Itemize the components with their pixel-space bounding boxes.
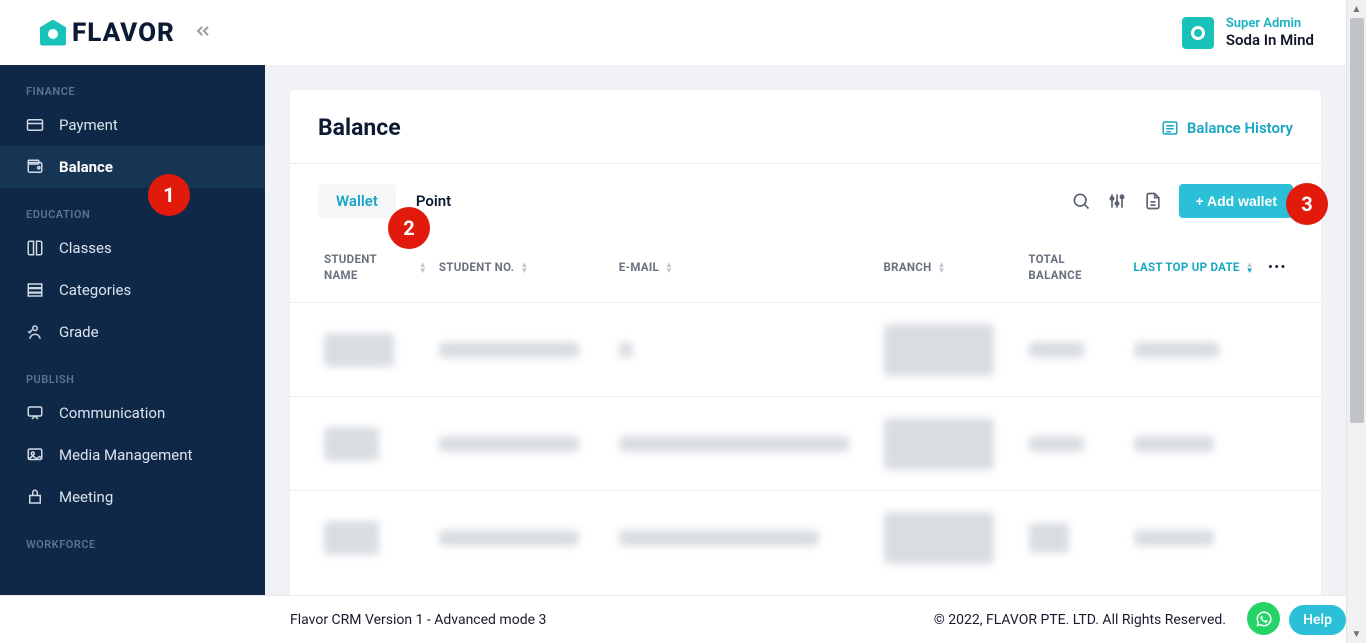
sidebar-item-media[interactable]: Media Management [0,434,265,476]
page-title: Balance [318,114,401,141]
sidebar-item-classes[interactable]: Classes [0,227,265,269]
col-branch[interactable]: BRANCH▲▼ [878,234,1023,301]
main-content: Balance Balance History Wallet Point + A… [265,65,1346,595]
scroll-thumb[interactable] [1350,18,1364,423]
col-actions[interactable]: ••• [1262,234,1293,301]
col-student-name[interactable]: STUDENT NAME▲▼ [318,234,433,301]
col-student-no[interactable]: STUDENT NO.▲▼ [433,234,613,301]
scroll-down-icon[interactable]: ▼ [1347,625,1366,643]
grade-icon [26,323,44,341]
sidebar-item-label: Grade [59,323,99,341]
history-icon [1161,119,1179,137]
sidebar-item-label: Payment [59,116,118,134]
sidebar-item-label: Communication [59,404,165,422]
table-header: STUDENT NAME▲▼ STUDENT NO.▲▼ E-MAIL▲▼ BR… [290,234,1321,302]
table-row[interactable] [290,490,1321,584]
col-last-topup[interactable]: LAST TOP UP DATE▲▼ [1127,234,1262,301]
sidebar-item-label: Balance [59,158,113,176]
sidebar-section-finance: FINANCE [0,65,265,104]
sidebar-item-meeting[interactable]: Meeting [0,476,265,518]
footer-version: Flavor CRM Version 1 - Advanced mode 3 [290,612,546,628]
table-row[interactable] [290,396,1321,490]
sidebar-item-balance[interactable]: Balance [0,146,265,188]
media-icon [26,446,44,464]
history-link-label: Balance History [1187,119,1293,137]
balance-table: STUDENT NAME▲▼ STUDENT NO.▲▼ E-MAIL▲▼ BR… [290,234,1321,584]
scroll-up-icon[interactable]: ▲ [1347,0,1366,18]
sidebar-section-publish: PUBLISH [0,353,265,392]
book-icon [26,239,44,257]
sidebar-item-communication[interactable]: Communication [0,392,265,434]
tabs: Wallet Point [318,184,469,218]
logo-text: FLAVOR [72,18,175,48]
sidebar-item-label: Classes [59,239,112,257]
sidebar-section-workforce: WORKFORCE [0,518,265,557]
page-scrollbar[interactable]: ▲ ▼ [1346,0,1366,643]
sidebar-collapse-icon[interactable] [193,21,213,45]
footer-copyright: © 2022, FLAVOR PTE. LTD. All Rights Rese… [934,612,1226,628]
table-row[interactable] [290,302,1321,396]
sidebar-section-education: EDUCATION [0,188,265,227]
col-total-balance: TOTAL BALANCE [1022,234,1127,301]
logo[interactable]: FLAVOR [40,18,175,48]
more-icon: ••• [1268,260,1287,276]
stack-icon [26,281,44,299]
filter-icon[interactable] [1107,191,1127,211]
logo-icon [40,20,66,46]
help-button[interactable]: Help [1289,605,1346,635]
user-name: Soda In Mind [1226,31,1314,49]
chat-icon [26,404,44,422]
tab-wallet[interactable]: Wallet [318,184,396,218]
sidebar-item-categories[interactable]: Categories [0,269,265,311]
add-wallet-button[interactable]: + Add wallet [1179,184,1293,218]
card-icon [26,116,44,134]
balance-card: Balance Balance History Wallet Point + A… [289,89,1322,595]
topbar: FLAVOR Super Admin Soda In Mind [0,0,1346,65]
sidebar: FINANCE Payment Balance EDUCATION Classe… [0,65,265,595]
balance-history-link[interactable]: Balance History [1161,119,1293,137]
tab-point[interactable]: Point [398,184,469,218]
col-email[interactable]: E-MAIL▲▼ [613,234,878,301]
meeting-icon [26,488,44,506]
sidebar-item-label: Meeting [59,488,113,506]
user-menu[interactable]: Super Admin Soda In Mind [1182,16,1314,49]
sidebar-item-grade[interactable]: Grade [0,311,265,353]
sidebar-item-label: Categories [59,281,131,299]
avatar-icon [1182,17,1214,49]
search-icon[interactable] [1071,191,1091,211]
sidebar-item-payment[interactable]: Payment [0,104,265,146]
sidebar-item-label: Media Management [59,446,192,464]
user-role: Super Admin [1226,16,1314,31]
export-icon[interactable] [1143,191,1163,211]
whatsapp-icon[interactable] [1247,602,1280,635]
wallet-icon [26,158,44,176]
footer: Flavor CRM Version 1 - Advanced mode 3 ©… [0,595,1346,643]
